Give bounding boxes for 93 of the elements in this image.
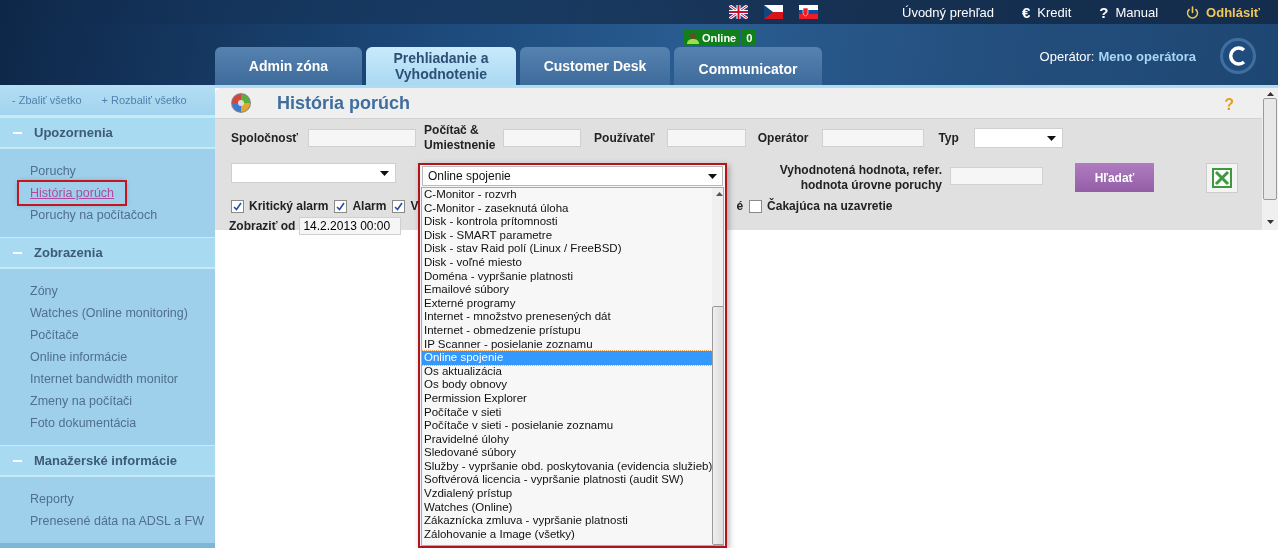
company-field[interactable] bbox=[308, 129, 417, 147]
field-label: Spoločnosť bbox=[231, 130, 299, 146]
dropdown-option[interactable]: C-Monitor - zaseknutá úloha bbox=[422, 201, 713, 216]
combo-value[interactable]: Online spojenie bbox=[422, 166, 723, 186]
operator-name: Meno operátora bbox=[1098, 49, 1196, 64]
collapse-icon bbox=[13, 131, 22, 134]
field-label: Operátor bbox=[757, 130, 809, 146]
field-label: Typ bbox=[938, 130, 959, 146]
user-field[interactable] bbox=[666, 129, 746, 147]
section-title: Zobrazenia bbox=[34, 245, 103, 260]
nav-tab[interactable]: Admin zóna bbox=[215, 47, 362, 85]
dropdown-option[interactable]: Počítače v sieti - posielanie zoznamu bbox=[422, 419, 713, 433]
computer-field[interactable] bbox=[503, 129, 582, 147]
top-link[interactable]: € Kredit bbox=[1021, 3, 1072, 21]
czech-flag-icon[interactable] bbox=[764, 5, 783, 19]
caret-icon bbox=[708, 173, 717, 179]
checkbox[interactable] bbox=[392, 199, 406, 213]
field-label: Počítač & Umiestnenie bbox=[424, 123, 495, 153]
dropdown-option[interactable]: Emailové súbory bbox=[422, 283, 713, 297]
nav-tab[interactable]: Customer Desk bbox=[520, 47, 670, 85]
nav-tab[interactable]: Communicator bbox=[674, 47, 822, 85]
checkbox-label: é bbox=[736, 198, 744, 214]
checkmark-icon bbox=[233, 201, 242, 211]
scroll-up-icon[interactable] bbox=[716, 192, 723, 196]
nav-tab[interactable]: Prehliadanie a Vyhodnotenie bbox=[366, 47, 516, 85]
operator-field[interactable] bbox=[822, 129, 925, 147]
scrollbar[interactable] bbox=[1262, 88, 1278, 230]
dropdown-option[interactable]: Zálohovanie a Image (všetky) bbox=[422, 527, 713, 542]
online-count-badge: 0 bbox=[742, 30, 757, 46]
date-from-field[interactable]: 14.2.2013 00:00 bbox=[299, 217, 402, 235]
scroll-up-icon[interactable] bbox=[1266, 92, 1274, 96]
dropdown-option[interactable]: Disk - stav Raid polí (Linux / FreeBSD) bbox=[422, 242, 713, 256]
checkbox-label: Čakajúca na uzavretie bbox=[767, 199, 893, 213]
field-label: Používateľ bbox=[594, 130, 655, 146]
collapse-icon bbox=[13, 251, 22, 254]
dropdown-option[interactable]: Softvérová licencia - vypršanie platnosti (audit SW) bbox=[422, 473, 713, 488]
dropdown-option[interactable]: Internet - obmedzenie prístupu bbox=[422, 323, 713, 338]
caret-icon bbox=[1046, 135, 1056, 141]
dropdown-option[interactable]: Internet - množstvo prenesených dát bbox=[422, 310, 713, 324]
operator-label: Operátor: bbox=[1039, 49, 1095, 64]
dropdown-option[interactable]: Os aktualizácia bbox=[422, 364, 713, 379]
dropdown-option[interactable]: Vzdialený prístup bbox=[422, 487, 713, 501]
section-title: Manažerské informácie bbox=[34, 453, 178, 468]
logout-link[interactable]: Odhlásiť bbox=[1186, 4, 1260, 20]
dropdown-option[interactable]: C-Monitor - rozvrh bbox=[422, 188, 713, 202]
field-label: Zobraziť od bbox=[229, 218, 296, 234]
section-title: Upozornenia bbox=[34, 125, 113, 140]
app-icon bbox=[230, 92, 252, 114]
dropdown-option[interactable]: Watches (Online) bbox=[422, 500, 713, 515]
user-icon bbox=[687, 32, 699, 44]
sidebar-section-header[interactable]: Upozornenia bbox=[0, 117, 215, 149]
checkbox[interactable] bbox=[334, 199, 348, 213]
caret-icon bbox=[380, 170, 389, 176]
dropdown-option[interactable]: Počítače v sieti bbox=[422, 405, 713, 420]
dropdown-option[interactable]: Disk - voľné miesto bbox=[422, 255, 713, 270]
scrollbar[interactable] bbox=[712, 188, 723, 545]
dropdown-option[interactable]: Disk - SMART parametre bbox=[422, 228, 713, 243]
sidebar-section-header[interactable]: Manažerské informácie bbox=[0, 445, 215, 477]
euro-icon: € bbox=[1021, 3, 1031, 21]
dropdown-option[interactable]: Disk - kontrola prítomnosti bbox=[422, 215, 713, 229]
top-link[interactable]: Úvodný prehľad bbox=[902, 4, 994, 20]
checkbox[interactable] bbox=[231, 199, 244, 213]
checkmark-icon bbox=[336, 201, 346, 211]
dropdown-option[interactable]: Os body obnovy bbox=[422, 378, 713, 392]
value-field[interactable] bbox=[950, 167, 1043, 185]
dropdown-option[interactable]: Externé programy bbox=[422, 296, 713, 311]
scroll-down-icon[interactable] bbox=[1266, 220, 1274, 224]
checkmark-icon bbox=[394, 201, 404, 211]
dropdown-option[interactable]: Pravidelné úlohy bbox=[422, 432, 713, 447]
online-status-badge: Online bbox=[683, 30, 741, 46]
dropdown-option[interactable]: IP Scanner - posielanie zoznamu bbox=[422, 337, 713, 352]
slovak-flag-icon[interactable] bbox=[799, 5, 818, 19]
checkbox-label: Alarm bbox=[352, 199, 387, 213]
top-link[interactable]: ? Manual bbox=[1099, 3, 1159, 21]
search-button[interactable]: Hľadať bbox=[1075, 163, 1154, 192]
dropdown-option[interactable]: Sledované súbory bbox=[422, 446, 713, 460]
c-logo-icon bbox=[1219, 37, 1257, 75]
uk-flag-icon[interactable] bbox=[729, 5, 748, 19]
checkbox-label: Kritický alarm bbox=[249, 199, 329, 213]
dropdown-option[interactable]: Doména - vypršanie platnosti bbox=[422, 269, 713, 284]
dropdown-option[interactable]: Služby - vypršanie obd. poskytovania (evidencia služieb) bbox=[422, 459, 713, 474]
collapse-icon bbox=[13, 459, 22, 462]
sidebar-section-header[interactable]: Zobrazenia bbox=[0, 237, 215, 269]
page-title: História porúch bbox=[277, 92, 410, 114]
help-icon: ? bbox=[1099, 3, 1109, 21]
field-label: Vyhodnotená hodnota, refer. hodnota úrovne poruchy bbox=[778, 163, 942, 193]
dropdown-option[interactable]: Zákaznícka zmluva - vypršanie platnosti bbox=[422, 514, 713, 528]
dropdown-option[interactable]: Permission Explorer bbox=[422, 391, 713, 406]
select-field[interactable] bbox=[231, 163, 396, 183]
excel-export-icon[interactable] bbox=[1206, 163, 1238, 193]
power-icon bbox=[1186, 5, 1200, 19]
checkbox-label: V bbox=[410, 199, 419, 213]
checkbox[interactable] bbox=[749, 199, 763, 213]
